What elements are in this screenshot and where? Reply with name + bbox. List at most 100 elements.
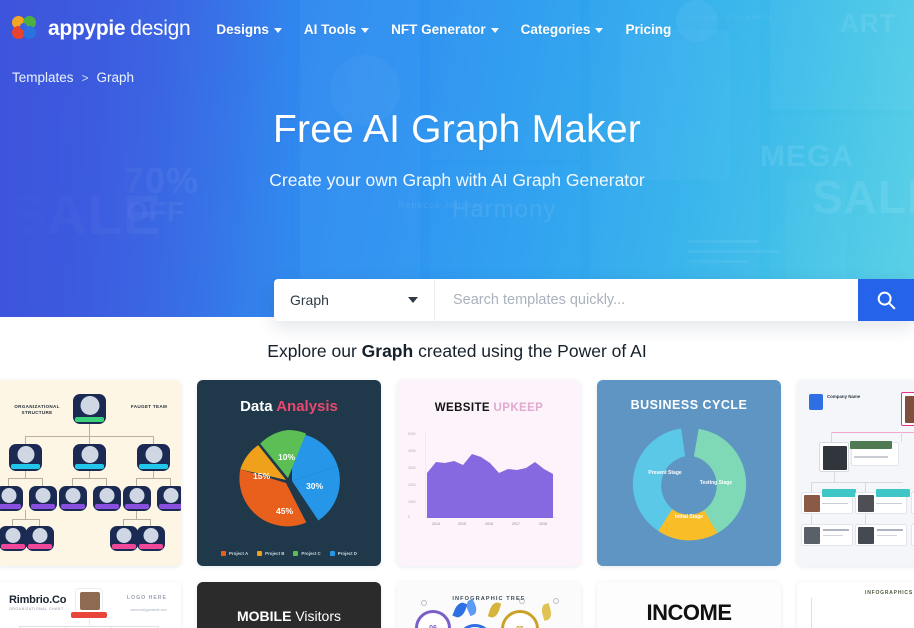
org-title-right: FAUGET TEAM xyxy=(130,404,168,409)
chevron-down-icon xyxy=(490,27,499,33)
cn-node xyxy=(855,489,910,514)
area-chart-svg xyxy=(424,432,557,519)
template-card-income-analysis[interactable]: INCOME ANALYSIS xyxy=(597,582,781,628)
org-node xyxy=(73,444,106,471)
y-tick-label: 0 xyxy=(408,515,410,519)
pie-legend: Project A Project B Project C Project D xyxy=(197,551,381,556)
org-node xyxy=(137,444,170,471)
rimbrio-subtitle: ORGANIZATIONAL CHART xyxy=(9,607,64,611)
org-node xyxy=(59,486,87,511)
top-navbar: appypie design Designs AI Tools NFT Gener… xyxy=(0,0,914,58)
x-tick-label: 2016 xyxy=(485,522,493,526)
company-logo-icon xyxy=(809,394,823,410)
page-title: Free AI Graph Maker xyxy=(273,108,641,151)
breadcrumb-item-templates[interactable]: Templates xyxy=(12,70,74,85)
template-card-data-analysis[interactable]: Data Analysis 30% 45% 15% 10% Project A … xyxy=(197,380,381,566)
nav-item-ai-tools[interactable]: AI Tools xyxy=(304,22,370,37)
cycle-label-initial: Initial Stage xyxy=(674,514,704,520)
template-card-mobile-visitors[interactable]: MOBILE Visitors xyxy=(197,582,381,628)
legend-swatch xyxy=(221,551,227,556)
page-root: SALE 70% OFF MEGA SALE ART Harmony Rebec… xyxy=(0,0,914,628)
y-tick-label: 2000 xyxy=(408,483,416,487)
legend-item: Project A xyxy=(221,551,248,556)
grid-cell-2: Data Analysis 30% 45% 15% 10% Project A … xyxy=(197,380,381,628)
org-node xyxy=(93,486,121,511)
legend-item: Project D xyxy=(329,551,357,556)
website-upkeep-title: WEBSITE UPKEEP xyxy=(397,402,581,414)
legend-swatch xyxy=(329,551,335,556)
business-cycle-title: BUSINESS CYCLE xyxy=(630,398,748,412)
org-node xyxy=(0,486,23,511)
breadcrumb: Templates > Graph xyxy=(12,70,134,85)
legend-item: Project B xyxy=(257,551,284,556)
grid-cell-5: Company Name INFOGRAPHICS xyxy=(797,380,914,628)
nav-item-categories[interactable]: Categories xyxy=(521,22,604,37)
org-node xyxy=(0,526,27,551)
page-subtitle: Create your own Graph with AI Graph Gene… xyxy=(269,170,645,190)
up-title-main: WEBSITE xyxy=(434,402,494,414)
legend-label: Project D xyxy=(337,551,357,556)
section-heading: Explore our Graph created using the Powe… xyxy=(0,341,914,362)
template-grid: ORGANIZATIONAL STRUCTURE FAUGET TEAM Rim… xyxy=(0,380,914,628)
pie-chart-title: Data Analysis xyxy=(197,398,381,415)
hero-banner: SALE 70% OFF MEGA SALE ART Harmony Rebec… xyxy=(0,0,914,317)
section-heading-prefix: Explore our xyxy=(267,341,362,361)
org-title-left: ORGANIZATIONAL STRUCTURE xyxy=(14,404,60,416)
pie-value-label: 45% xyxy=(276,506,294,516)
search-input[interactable] xyxy=(435,279,858,321)
rimbrio-url: www.reallygreatsite.com xyxy=(130,608,167,612)
brand-logo[interactable]: appypie design xyxy=(12,16,191,42)
hero-copy: Free AI Graph Maker Create your own Grap… xyxy=(0,108,914,191)
nav-item-pricing[interactable]: Pricing xyxy=(625,22,671,37)
brand-name-bold: appypie xyxy=(48,17,126,40)
template-card-organizational-structure[interactable]: ORGANIZATIONAL STRUCTURE FAUGET TEAM xyxy=(0,380,181,566)
mv-title-accent: Visitors xyxy=(295,608,341,624)
template-card-company-name-chart[interactable]: Company Name xyxy=(797,380,914,566)
cn-node xyxy=(801,524,853,546)
nav-items: Designs AI Tools NFT Generator Categorie… xyxy=(216,22,671,37)
nav-item-designs[interactable]: Designs xyxy=(216,22,282,37)
infographic-step-06: 06 xyxy=(415,610,451,628)
brand-name: appypie design xyxy=(48,17,191,41)
nav-label-nft-generator: NFT Generator xyxy=(391,21,486,37)
chevron-down-icon xyxy=(273,27,282,33)
x-tick-label: 2017 xyxy=(512,522,520,526)
legend-label: Project C xyxy=(301,551,321,556)
pie-value-label: 10% xyxy=(278,452,296,462)
template-card-infographic-tree[interactable]: INFOGRAPHIC TREE 06 04 05 xyxy=(397,582,581,628)
template-card-people-infographics[interactable]: INFOGRAPHICS xyxy=(797,582,914,628)
nav-item-nft-generator[interactable]: NFT Generator xyxy=(391,22,499,37)
template-card-rimbrio-org-chart[interactable]: Rimbrio.Co ORGANIZATIONAL CHART LOGO HER… xyxy=(0,582,181,628)
breadcrumb-item-graph[interactable]: Graph xyxy=(97,70,135,85)
legend-item: Project C xyxy=(293,551,321,556)
company-name-label: Company Name xyxy=(827,394,861,399)
org-node xyxy=(157,486,181,511)
cn-root-node xyxy=(901,392,914,426)
chevron-down-icon xyxy=(595,27,604,33)
legend-swatch xyxy=(293,551,299,556)
cn-node xyxy=(855,524,907,546)
breadcrumb-separator: > xyxy=(81,70,89,85)
pie-title-accent: Analysis xyxy=(276,398,338,415)
y-tick-label: 5000 xyxy=(408,432,416,436)
legend-label: Project A xyxy=(229,551,249,556)
chevron-down-icon xyxy=(361,27,370,33)
org-node xyxy=(123,486,151,511)
up-title-accent: UPKEEP xyxy=(493,402,544,414)
cycle-diagram: Present Stage Testing Stage Initial Stag… xyxy=(627,422,751,546)
x-tick-label: 2018 xyxy=(539,522,547,526)
search-button[interactable] xyxy=(858,279,914,321)
appypie-logo-icon xyxy=(12,16,40,42)
template-card-business-cycle[interactable]: BUSINESS CYCLE Present Stage Testing Sta… xyxy=(597,380,781,566)
category-select[interactable]: Graph xyxy=(274,279,435,321)
cycle-label-present: Present Stage xyxy=(648,470,682,476)
y-tick-label: 4000 xyxy=(408,449,416,453)
infographic-step-04: 04 xyxy=(457,624,493,628)
cn-node xyxy=(819,442,849,472)
mv-title-main: MOBILE xyxy=(237,608,296,624)
x-tick-label: 2014 xyxy=(432,522,440,526)
template-card-website-upkeep[interactable]: WEBSITE UPKEEP 5000 4000 3000 2000 1000 … xyxy=(397,380,581,566)
org-node xyxy=(29,486,57,511)
grid-cell-3: WEBSITE UPKEEP 5000 4000 3000 2000 1000 … xyxy=(397,380,581,628)
y-tick-label: 1000 xyxy=(408,500,416,504)
